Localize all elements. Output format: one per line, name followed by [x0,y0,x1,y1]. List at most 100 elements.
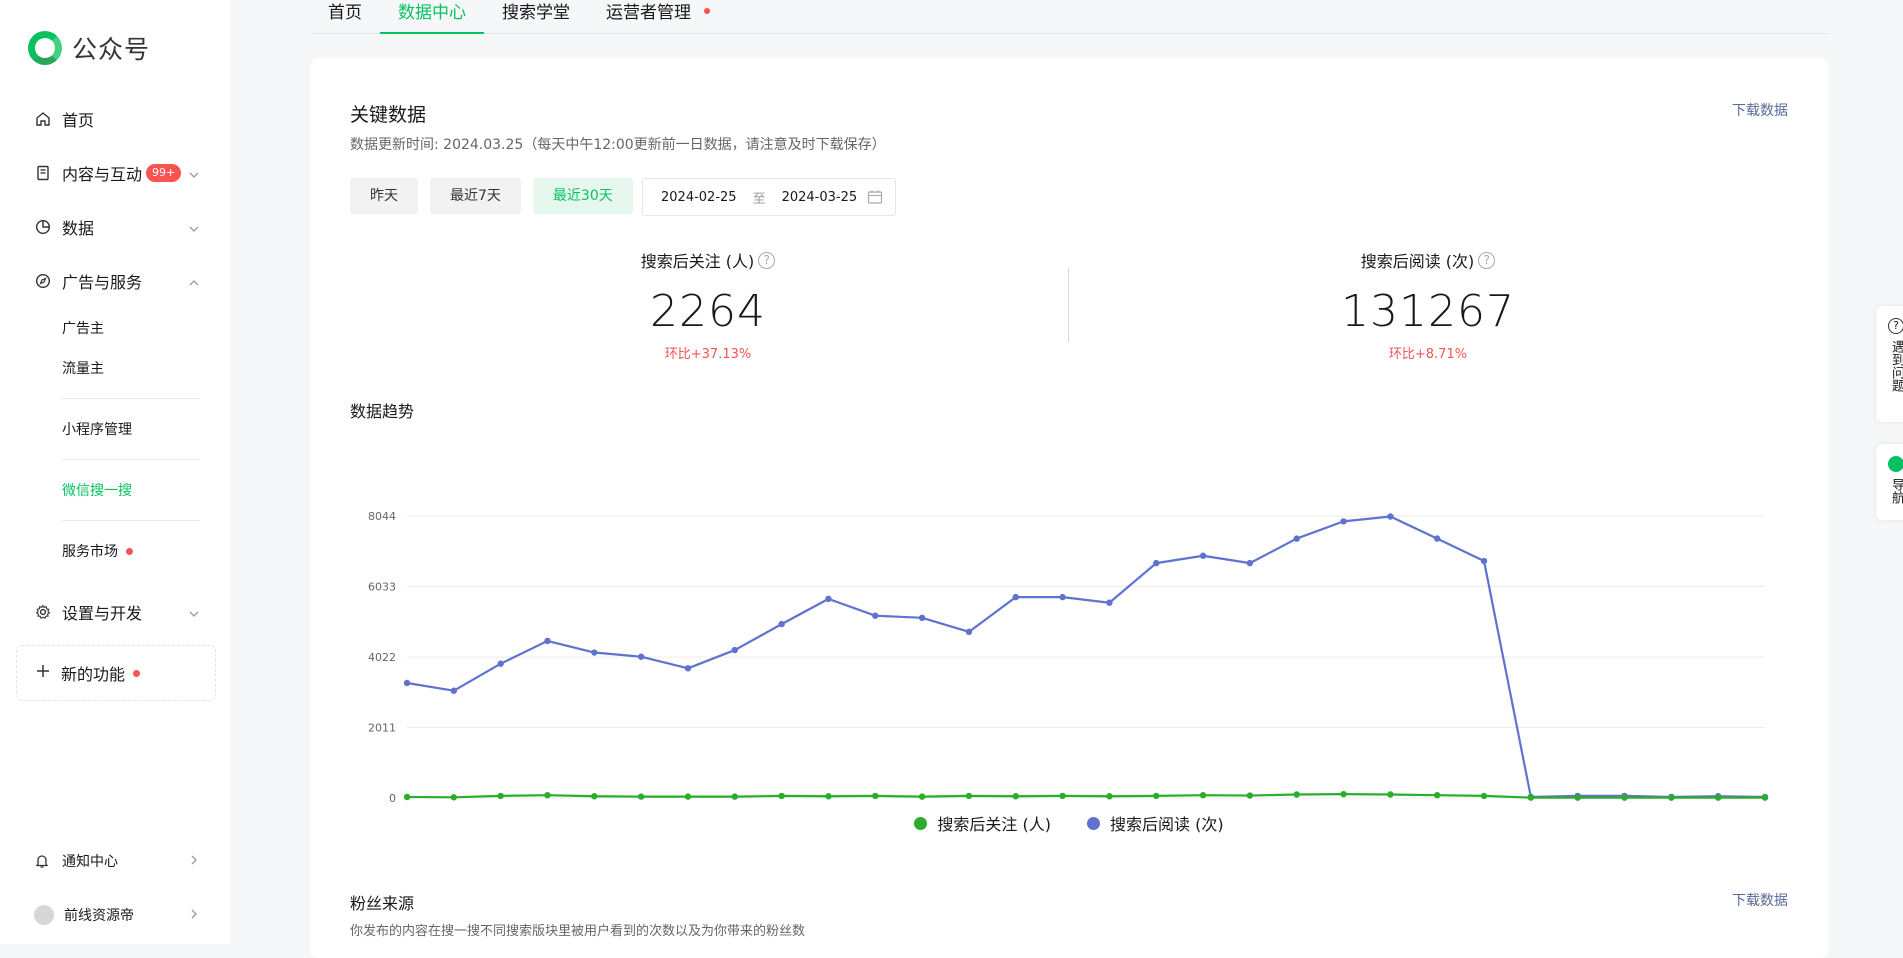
data-point [965,792,973,800]
tab-search-academy[interactable]: 搜索学堂 [484,0,588,34]
data-point [1340,518,1347,525]
sidebar-item-label: 设置与开发 [62,604,143,623]
calendar-icon [867,189,883,209]
legend-item-reads[interactable]: 搜索后阅读 (次) [1087,811,1224,835]
chart-legend: 搜索后关注 (人) 搜索后阅读 (次) [310,811,1828,835]
new-features-label: 新的功能 [61,665,126,684]
top-tabs: 首页 数据中心 搜索学堂 运营者管理 [310,0,1830,34]
sidebar-item-label: 内容与互动 [62,165,143,184]
data-point [1012,793,1019,800]
data-point [544,791,551,799]
legend-item-follows[interactable]: 搜索后关注 (人) [914,811,1051,835]
data-point [918,793,926,800]
chevron-up-icon [188,274,200,293]
data-point [591,793,598,800]
data-point [965,628,973,636]
trend-chart: 020114022603380442024-02-252024-02-28202… [368,510,1769,805]
y-tick-label: 2011 [368,722,396,735]
data-point [403,793,411,801]
notification-center-button[interactable]: 通知中心 [16,834,216,888]
data-point [637,793,645,800]
nav-float-button[interactable]: 导航 [1876,444,1903,520]
tab-data-center[interactable]: 数据中心 [380,0,484,34]
sidebar-item-content[interactable]: 内容与互动 99+ [16,146,216,200]
sidebar-subitem-service-market[interactable]: 服务市场 [16,531,216,571]
data-point [497,660,504,667]
key-data-card: 关键数据 数据更新时间: 2024.03.25（每天中午12:00更新前一日数据… [310,58,1828,958]
download-fans-data-link[interactable]: 下载数据 [1732,890,1788,910]
notification-dot [704,8,711,14]
kpi-reads: 搜索后阅读 (次) ? 131267 环比+8.71% [1248,248,1608,362]
page-title: 关键数据 [350,104,427,126]
notification-center-label: 通知中心 [62,854,118,870]
logo[interactable]: 公众号 [28,30,150,66]
data-point [1480,792,1488,800]
bell-icon [34,853,52,869]
range-30days-button[interactable]: 最近30天 [532,178,633,214]
tab-operator-management[interactable]: 运营者管理 [588,0,728,34]
data-point [637,653,645,660]
legend-dot [1087,816,1100,830]
range-7days-button[interactable]: 最近7天 [430,178,521,214]
kpi-label: 搜索后关注 (人) ? [641,248,776,272]
download-data-link[interactable]: 下载数据 [1732,100,1788,120]
sidebar-item-label: 数据 [62,219,95,238]
kpi-value: 131267 [1341,286,1515,337]
data-point [1387,791,1394,798]
gear-icon [34,603,52,621]
data-point [1340,790,1347,798]
y-tick-label: 0 [389,792,396,805]
sidebar-nav: 首页 内容与互动 99+ 数据 广告与服务 广告主 流量主 小程序管理 微信搜一… [16,92,216,701]
range-yesterday-button[interactable]: 昨天 [350,178,418,214]
data-point [1761,794,1769,801]
data-point [1012,593,1019,601]
data-point [1293,535,1300,542]
data-point [450,794,458,801]
legend-label: 搜索后关注 (人) [937,815,1051,834]
question-icon: ? [1888,318,1903,334]
data-point [778,620,785,628]
kpi-divider [1068,268,1069,342]
data-point [1714,794,1722,801]
sidebar-subitem-label: 服务市场 [62,544,118,560]
tab-home[interactable]: 首页 [310,0,380,34]
help-icon[interactable]: ? [1478,251,1496,269]
data-point [497,792,504,800]
new-features-button[interactable]: 新的功能 [16,645,216,701]
sidebar-subitem-miniprogram[interactable]: 小程序管理 [16,409,216,449]
help-icon[interactable]: ? [758,251,776,269]
divider [62,520,200,521]
chevron-right-icon [188,854,200,870]
trend-title: 数据趋势 [350,402,415,421]
sidebar-item-ads[interactable]: 广告与服务 [16,254,216,308]
sidebar-item-home[interactable]: 首页 [16,92,216,146]
help-float-button[interactable]: ? 遇到问题 [1876,306,1903,422]
kpi-value: 2264 [650,286,766,337]
tab-label: 运营者管理 [606,3,691,23]
data-point [591,649,598,656]
chevron-right-icon [188,908,200,924]
sidebar-item-data[interactable]: 数据 [16,200,216,254]
date-range-picker[interactable]: 2024-02-25 至 2024-03-25 [642,178,896,216]
account-button[interactable]: 前线资源帝 [16,888,216,942]
update-time-note: 数据更新时间: 2024.03.25（每天中午12:00更新前一日数据，请注意及… [350,137,886,153]
fans-source-title: 粉丝来源 [350,894,415,913]
wechat-logo-icon [28,31,62,65]
data-point [872,792,879,800]
chevron-down-icon [188,166,200,185]
kpi-label-text: 搜索后关注 (人) [640,252,755,271]
sidebar-item-settings[interactable]: 设置与开发 [16,585,216,639]
sidebar-bottom: 通知中心 前线资源帝 [16,834,216,942]
data-point [872,612,879,619]
legend-dot [914,816,928,830]
fans-source-description: 你发布的内容在搜一搜不同搜索版块里被用户看到的次数以及为你带来的粉丝数 [350,924,806,939]
sidebar-subitem-advertiser[interactable]: 广告主 [16,308,216,348]
sidebar-subitem-publisher[interactable]: 流量主 [16,348,216,388]
compass-icon [34,272,52,290]
sidebar-subitem-wechat-search[interactable]: 微信搜一搜 [16,470,216,510]
divider [62,459,200,460]
data-point [1153,559,1160,567]
divider [62,398,200,399]
data-point [1199,552,1207,559]
document-icon [34,164,52,182]
